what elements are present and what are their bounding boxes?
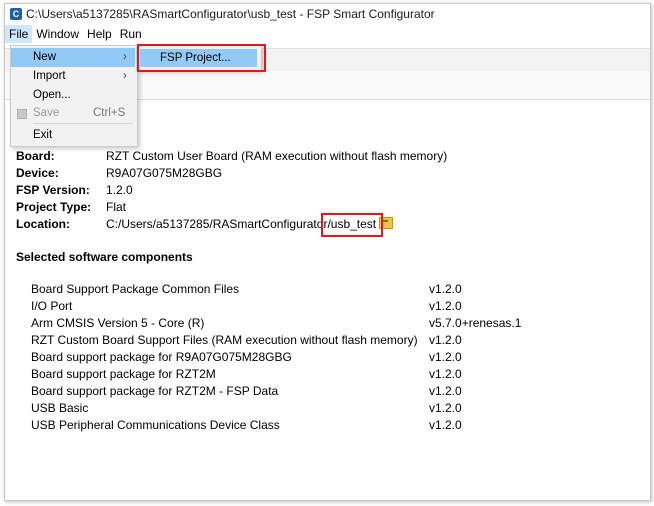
component-version: v5.7.0+renesas.1 bbox=[429, 316, 522, 330]
location-path: C:/Users/a5137285/RASmartConfigurator/ bbox=[106, 217, 331, 231]
menu-item-exit[interactable]: Exit bbox=[11, 126, 135, 145]
menu-item-open[interactable]: Open... bbox=[11, 86, 135, 105]
project-type-value: Flat bbox=[106, 200, 127, 214]
menu-item-save-label: Save bbox=[33, 107, 60, 119]
board-label: Board: bbox=[16, 149, 55, 163]
component-version: v1.2.0 bbox=[429, 367, 462, 381]
component-name: Board support package for RZT2M - FSP Da… bbox=[31, 384, 279, 398]
device-value: R9A07G075M28GBG bbox=[106, 166, 223, 180]
menu-item-import[interactable]: Import › bbox=[11, 67, 135, 86]
component-version: v1.2.0 bbox=[429, 401, 462, 415]
menu-item-new-label: New bbox=[33, 51, 57, 63]
component-version: v1.2.0 bbox=[429, 384, 462, 398]
component-name: USB Peripheral Communications Device Cla… bbox=[31, 418, 280, 432]
component-name: I/O Port bbox=[31, 299, 73, 313]
component-version: v1.2.0 bbox=[429, 299, 462, 313]
save-icon bbox=[17, 109, 27, 119]
device-label: Device: bbox=[16, 166, 59, 180]
chevron-right-icon: › bbox=[123, 51, 127, 63]
component-name: Board support package for RZT2M bbox=[31, 367, 216, 381]
fsp-version-label: FSP Version: bbox=[16, 183, 90, 197]
menu-item-new[interactable]: New › bbox=[11, 48, 135, 67]
menu-item-exit-label: Exit bbox=[33, 129, 53, 141]
component-name: USB Basic bbox=[31, 401, 89, 415]
location-label: Location: bbox=[16, 217, 70, 231]
fsp-version-value: 1.2.0 bbox=[106, 183, 133, 197]
component-version: v1.2.0 bbox=[429, 418, 462, 432]
component-name: Board support package for R9A07G075M28GB… bbox=[31, 350, 292, 364]
annotation-box-fsp-project bbox=[137, 44, 266, 72]
component-name: Board Support Package Common Files bbox=[31, 282, 240, 296]
menu-item-open-label: Open... bbox=[33, 89, 71, 101]
annotation-box-usb-test bbox=[321, 213, 383, 237]
component-name: RZT Custom Board Support Files (RAM exec… bbox=[31, 333, 418, 347]
app-window: C C:\Users\a5137285\RASmartConfigurator\… bbox=[4, 3, 651, 501]
chevron-right-icon: › bbox=[123, 70, 127, 82]
file-menu-dropdown: New › Import › Open... Save Ctrl+S Exit bbox=[10, 45, 138, 147]
component-version: v1.2.0 bbox=[429, 350, 462, 364]
menu-item-save[interactable]: Save Ctrl+S bbox=[11, 104, 135, 123]
component-version: v1.2.0 bbox=[429, 282, 462, 296]
menu-separator bbox=[33, 123, 133, 124]
components-title: Selected software components bbox=[16, 250, 193, 264]
save-shortcut: Ctrl+S bbox=[93, 107, 126, 119]
component-version: v1.2.0 bbox=[429, 333, 462, 347]
project-type-label: Project Type: bbox=[16, 200, 92, 214]
board-value: RZT Custom User Board (RAM execution wit… bbox=[106, 149, 448, 163]
menu-item-import-label: Import bbox=[33, 70, 66, 82]
component-name: Arm CMSIS Version 5 - Core (R) bbox=[31, 316, 205, 330]
